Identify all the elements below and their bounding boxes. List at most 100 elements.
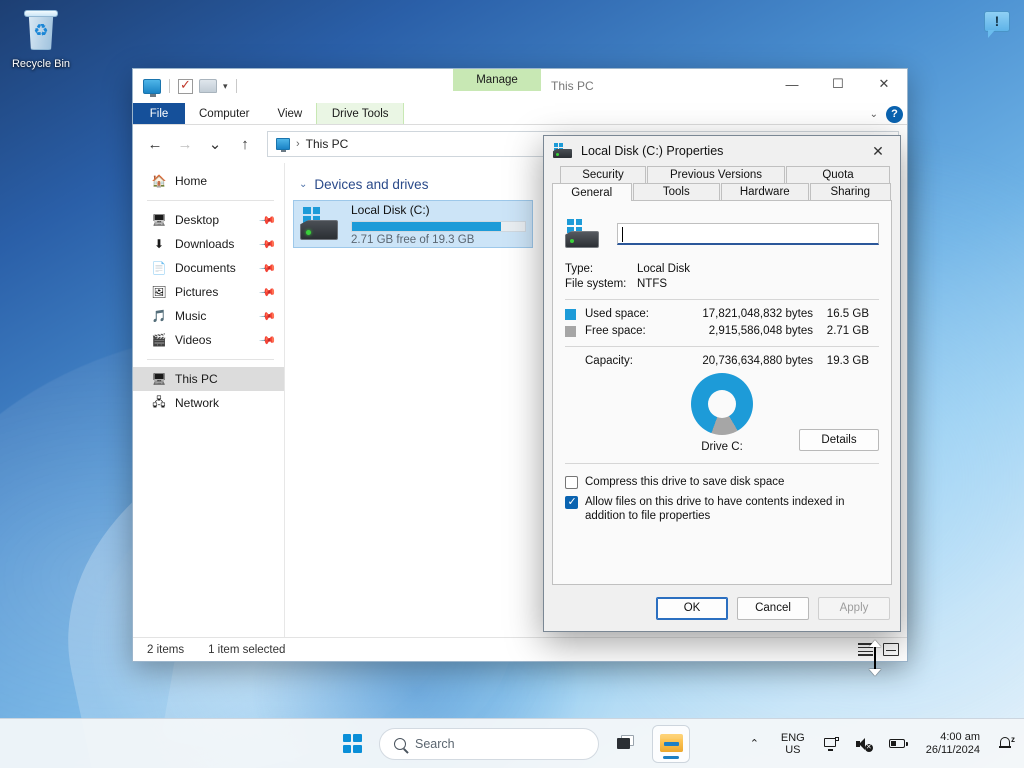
space-bytes: 17,821,048,832 bytes (702, 308, 813, 320)
sidebar-item-music[interactable]: 🎵 Music 📌 (133, 304, 284, 328)
clock[interactable]: 4:00 am 26/11/2024 (922, 729, 984, 759)
apply-button[interactable]: Apply (818, 596, 890, 620)
info-key: Type: (565, 263, 594, 275)
sidebar-item-network[interactable]: 🖧 Network (133, 391, 284, 415)
pin-icon[interactable]: 📌 (259, 283, 278, 301)
divider (565, 463, 879, 464)
disk-usage-donut-chart (691, 373, 753, 435)
used-space-swatch (565, 308, 576, 320)
divider (235, 79, 237, 93)
tab-security[interactable]: Security (560, 166, 646, 183)
cancel-button[interactable]: Cancel (737, 596, 809, 620)
desktop-icon-recycle-bin[interactable]: ♻ Recycle Bin (8, 10, 74, 71)
tab-general[interactable]: General (552, 183, 632, 201)
new-folder-icon[interactable] (199, 79, 217, 93)
properties-icon[interactable] (178, 77, 193, 94)
details-button[interactable]: Details (799, 429, 879, 451)
group-header-label: Devices and drives (314, 177, 429, 192)
close-button[interactable]: ✕ (861, 69, 907, 99)
file-explorer-icon (659, 734, 683, 753)
sidebar-item-this-pc[interactable]: 🖥 This PC (133, 367, 284, 391)
drive-item-local-disk-c[interactable]: Local Disk (C:) 2.71 GB free of 19.3 GB (293, 200, 533, 248)
pin-icon[interactable]: 📌 (259, 259, 278, 277)
chevron-down-icon[interactable]: ▾ (223, 81, 228, 92)
info-row-file-system: File system: NTFS (565, 278, 879, 290)
chevron-down-icon[interactable]: ⌄ (299, 179, 307, 190)
large-icons-view-icon[interactable] (883, 643, 899, 656)
dialog-title-bar[interactable]: Local Disk (C:) Properties ✕ (544, 136, 900, 166)
sidebar-item-home[interactable]: 🏠 Home (133, 169, 284, 193)
tab-sharing[interactable]: Sharing (809, 183, 892, 200)
notification-bell-icon[interactable]: z (995, 732, 1016, 755)
sidebar-item-label: Videos (175, 333, 212, 347)
back-button[interactable]: ← (141, 130, 169, 158)
quick-access-toolbar[interactable]: ▾ (133, 77, 239, 97)
divider (565, 299, 879, 300)
drive-name: Local Disk (C:) (351, 202, 430, 217)
tab-previous-versions[interactable]: Previous Versions (647, 166, 785, 183)
minimize-button[interactable]: — (769, 69, 815, 99)
this-pc-icon[interactable] (143, 78, 161, 97)
up-button[interactable]: ↑ (231, 130, 259, 158)
sidebar-item-desktop[interactable]: 🖥 Desktop 📌 (133, 208, 284, 232)
tab-computer[interactable]: Computer (185, 103, 264, 124)
explorer-title-bar[interactable]: ▾ Manage This PC — ☐ ✕ (133, 69, 907, 103)
pin-icon[interactable]: 📌 (259, 307, 278, 325)
tray-overflow-chevron-icon[interactable]: ⌃ (744, 733, 765, 754)
sidebar-item-label: This PC (175, 372, 218, 386)
pin-icon[interactable]: 📌 (259, 235, 278, 253)
close-icon[interactable]: ✕ (856, 136, 900, 166)
pin-icon[interactable]: 📌 (259, 331, 278, 349)
tab-hardware[interactable]: Hardware (721, 183, 809, 200)
forward-button[interactable]: → (171, 130, 199, 158)
info-value: Local Disk (637, 263, 691, 275)
system-tray: ⌃ ENG US ✕ 4:00 am 26/11/2024 z (744, 729, 1016, 759)
space-bytes: 2,915,586,048 bytes (708, 325, 813, 337)
sidebar-item-videos[interactable]: 🎬 Videos 📌 (133, 328, 284, 352)
sidebar-item-label: Documents (175, 261, 236, 275)
window-controls[interactable]: — ☐ ✕ (769, 69, 907, 99)
tab-view[interactable]: View (264, 103, 317, 124)
clock-date: 26/11/2024 (925, 743, 980, 756)
home-icon: 🏠 (151, 174, 167, 188)
checkbox-row-index[interactable]: Allow files on this drive to have conten… (565, 495, 879, 523)
alert-bubble-icon[interactable]: ! (980, 8, 1014, 42)
this-pc-icon (276, 138, 290, 152)
tab-tools[interactable]: Tools (632, 183, 721, 200)
space-label: Free space: (585, 325, 646, 337)
info-value: NTFS (637, 278, 668, 290)
checkbox-row-compress[interactable]: Compress this drive to save disk space (565, 475, 879, 489)
tab-quota[interactable]: Quota (786, 166, 890, 183)
ribbon-tab-bar[interactable]: File Computer View Drive Tools ⌄ ? (133, 103, 907, 125)
tab-file[interactable]: File (133, 103, 185, 124)
volume-muted-icon[interactable]: ✕ (853, 733, 875, 755)
recycle-bin-icon: ♻ (18, 10, 64, 56)
contextual-tab-header: Manage (453, 69, 541, 91)
checkbox-label: Compress this drive to save disk space (585, 476, 785, 488)
breadcrumb[interactable]: This PC (306, 137, 349, 151)
language-indicator[interactable]: ENG US (776, 729, 810, 759)
recent-locations-button[interactable]: ⌄ (201, 130, 229, 158)
network-icon: 🖧 (152, 394, 166, 409)
network-tray-icon[interactable] (821, 733, 842, 755)
chevron-down-icon[interactable]: ⌄ (870, 109, 878, 120)
sidebar-item-downloads[interactable]: ⬇ Downloads 📌 (133, 232, 284, 256)
sidebar-item-label: Downloads (175, 237, 235, 251)
pin-icon[interactable]: 📌 (259, 211, 278, 229)
compress-checkbox[interactable] (565, 476, 578, 489)
sidebar-item-documents[interactable]: 📄 Documents 📌 (133, 256, 284, 280)
start-button[interactable] (335, 727, 369, 761)
maximize-button[interactable]: ☐ (815, 69, 861, 99)
index-checkbox[interactable] (565, 495, 578, 509)
battery-icon[interactable] (886, 734, 911, 754)
free-space-swatch (565, 325, 576, 337)
help-icon[interactable]: ? (886, 105, 903, 123)
taskbar-app-file-explorer[interactable] (653, 725, 689, 762)
active-app-indicator (663, 755, 679, 759)
tab-drive-tools[interactable]: Drive Tools (316, 103, 405, 124)
search-box[interactable]: Search (379, 727, 599, 760)
task-view-button[interactable] (609, 727, 643, 761)
sidebar-item-pictures[interactable]: 🖼 Pictures 📌 (133, 280, 284, 304)
ok-button[interactable]: OK (656, 596, 728, 620)
volume-label-input[interactable] (617, 223, 879, 245)
